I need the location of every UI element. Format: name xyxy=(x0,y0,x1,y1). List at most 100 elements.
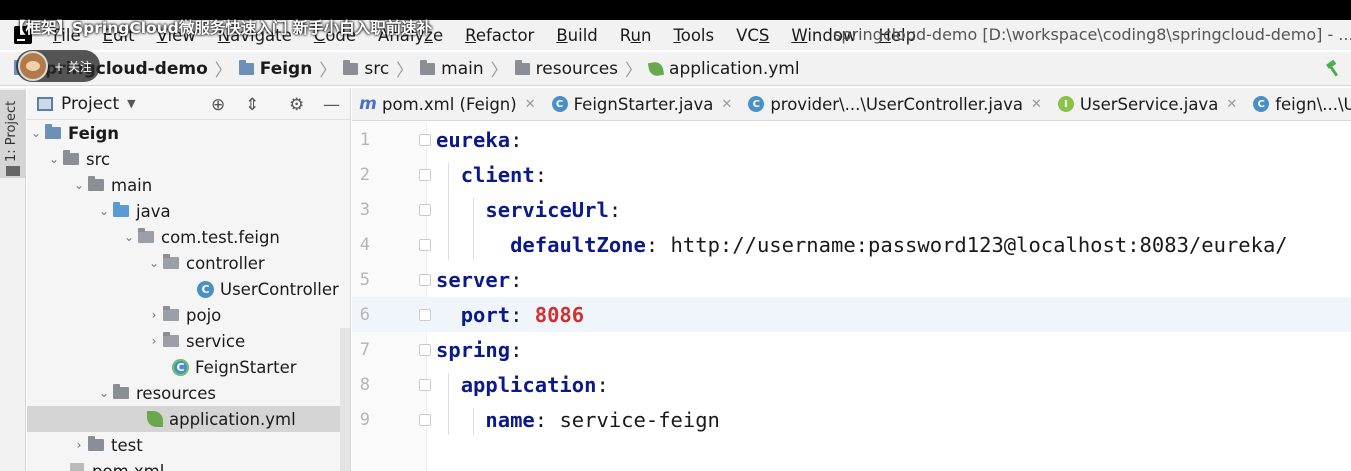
fold-marker-icon[interactable] xyxy=(419,133,431,146)
resources-folder-icon xyxy=(113,384,129,399)
fold-marker-icon[interactable] xyxy=(419,343,431,356)
tree-item-src[interactable]: ⌄ src xyxy=(27,146,350,172)
project-panel-scrollbar[interactable] xyxy=(340,328,350,471)
tree-item-test[interactable]: › test xyxy=(27,432,350,458)
code-line[interactable]: 8 application: xyxy=(352,367,1351,402)
code-line[interactable]: 9 name: service-feign xyxy=(352,402,1351,437)
follow-button[interactable]: + 关注 xyxy=(54,58,92,75)
tree-item-pom-xml[interactable]: pom.xml xyxy=(27,458,350,471)
fold-marker-icon[interactable] xyxy=(419,273,431,286)
code-line[interactable]: 2 client: xyxy=(352,157,1351,192)
tab-pom-xml[interactable]: m pom.xml (Feign) ✕ xyxy=(352,94,544,114)
tree-item-package[interactable]: ⌄ com.test.feign xyxy=(27,224,350,250)
tree-item-feign[interactable]: ⌄ Feign xyxy=(27,120,350,146)
tree-item-resources[interactable]: ⌄ resources xyxy=(27,380,350,406)
package-icon xyxy=(163,306,179,321)
tree-item-label: test xyxy=(111,435,143,455)
java-class-icon: C xyxy=(551,96,568,112)
chevron-right-icon[interactable]: › xyxy=(70,438,88,452)
code-line[interactable]: 7 spring: xyxy=(352,332,1351,367)
fold-marker-icon[interactable] xyxy=(419,168,431,181)
java-class-icon: C xyxy=(1253,96,1270,112)
breadcrumb-src[interactable]: src xyxy=(343,59,389,79)
tab-provider-usercontroller[interactable]: C provider\...\UserController.java ✕ xyxy=(740,95,1050,114)
fold-marker-icon[interactable] xyxy=(419,308,431,321)
locate-target-icon[interactable]: ⊕ xyxy=(211,95,225,115)
code-editor[interactable]: 1 eureka: 2 client: 3 serviceUrl: 4 defaultZone… xyxy=(352,122,1351,471)
indent-guide xyxy=(473,408,475,435)
tree-item-application-yml[interactable]: application.yml xyxy=(27,406,350,432)
yaml-key: name xyxy=(485,407,535,432)
code-text: eureka: xyxy=(436,127,523,152)
menu-item[interactable]: Build xyxy=(545,26,608,45)
tree-item-feignstarter[interactable]: C FeignStarter xyxy=(27,354,350,380)
source-folder-icon xyxy=(113,202,129,217)
code-line[interactable]: 5 server: xyxy=(352,262,1351,297)
code-line[interactable]: 3 serviceUrl: xyxy=(352,192,1351,227)
tree-item-java[interactable]: ⌄ java xyxy=(27,198,350,224)
tab-feign-usercontroller[interactable]: C feign\...\UserCon xyxy=(1245,95,1351,114)
project-tool-window-tab[interactable]: 1: Project xyxy=(0,90,26,178)
code-line[interactable]: 1 eureka: xyxy=(352,122,1351,157)
navigation-bar: springcloud-demo 〉 Feign 〉 src 〉 main 〉 … xyxy=(0,52,1351,86)
gear-icon[interactable]: ⚙ xyxy=(289,95,304,115)
chevron-down-icon[interactable]: ⌄ xyxy=(45,152,63,166)
tab-label: feign\...\UserCon xyxy=(1275,94,1351,114)
close-icon[interactable]: ✕ xyxy=(1226,97,1237,112)
tree-item-label: UserController xyxy=(220,279,339,299)
fold-marker-icon[interactable] xyxy=(419,238,431,251)
tree-item-main[interactable]: ⌄ main xyxy=(27,172,350,198)
chevron-down-icon[interactable]: ⌄ xyxy=(95,204,113,218)
tree-item-controller[interactable]: ⌄ controller xyxy=(27,250,350,276)
left-tool-strip: 1: Project xyxy=(0,88,26,471)
menu-item[interactable]: Refactor xyxy=(454,26,545,45)
close-icon[interactable]: ✕ xyxy=(1031,97,1042,112)
chevron-down-icon[interactable]: ⌄ xyxy=(95,386,113,400)
tree-item-label: controller xyxy=(186,253,265,273)
chevron-down-icon[interactable]: ⌄ xyxy=(27,126,45,140)
breadcrumb-application-yml[interactable]: application.yml xyxy=(647,59,800,79)
code-text: application: xyxy=(460,372,609,397)
code-line[interactable]: 4 defaultZone: http://username:password12… xyxy=(352,227,1351,262)
breadcrumb-separator-icon: 〉 xyxy=(625,61,643,81)
chevron-down-icon[interactable]: ⌄ xyxy=(120,230,138,244)
chevron-down-icon[interactable]: ⌄ xyxy=(145,256,163,270)
breadcrumb-main[interactable]: main xyxy=(420,59,484,79)
project-panel-title[interactable]: Project xyxy=(61,94,119,114)
tree-item-label: pom.xml xyxy=(92,461,165,471)
line-number: 3 xyxy=(359,199,370,220)
chevron-down-icon[interactable]: ▼ xyxy=(127,97,135,110)
fold-marker-icon[interactable] xyxy=(419,203,431,216)
close-icon[interactable]: ✕ xyxy=(721,97,732,112)
tree-item-label: FeignStarter xyxy=(195,357,297,377)
menu-item[interactable]: VCS xyxy=(725,26,780,45)
hide-minus-icon[interactable]: — xyxy=(323,95,340,115)
tree-item-service[interactable]: › service xyxy=(27,328,350,354)
chevron-right-icon[interactable]: › xyxy=(145,308,163,322)
breadcrumb-feign[interactable]: Feign xyxy=(238,59,312,79)
close-icon[interactable]: ✕ xyxy=(525,97,536,112)
code-line[interactable]: 6 port: 8086 xyxy=(352,297,1351,332)
chevron-down-icon[interactable]: ⌄ xyxy=(70,178,88,192)
uploader-follow-badge[interactable]: + 关注 xyxy=(16,50,100,82)
collapse-all-icon[interactable]: ⇕ xyxy=(245,95,259,115)
fold-marker-icon[interactable] xyxy=(419,378,431,391)
menu-item[interactable]: Tools xyxy=(662,26,725,45)
tab-userservice[interactable]: I UserService.java ✕ xyxy=(1050,95,1245,114)
spring-leaf-icon xyxy=(647,60,665,77)
chevron-right-icon[interactable]: › xyxy=(145,334,163,348)
editor-tab-bar: m pom.xml (Feign) ✕ C FeignStarter.java … xyxy=(352,88,1351,121)
project-panel-header: Project ▼ ⊕ ⇕ ⚙ — xyxy=(27,88,350,120)
breadcrumb-resources[interactable]: resources xyxy=(514,59,618,79)
tree-item-pojo[interactable]: › pojo xyxy=(27,302,350,328)
window-title: springcloud-demo [D:\workspace\coding8\s… xyxy=(833,25,1351,44)
indent-guide xyxy=(448,373,450,435)
yaml-key: client xyxy=(460,162,535,187)
tree-item-usercontroller[interactable]: C UserController xyxy=(27,276,350,302)
build-hammer-icon[interactable] xyxy=(1325,60,1343,78)
tree-item-label: java xyxy=(136,201,171,221)
tab-feignstarter[interactable]: C FeignStarter.java ✕ xyxy=(544,95,741,114)
menu-item[interactable]: Run xyxy=(609,26,663,45)
fold-marker-icon[interactable] xyxy=(419,413,431,426)
folder-icon xyxy=(88,436,104,451)
